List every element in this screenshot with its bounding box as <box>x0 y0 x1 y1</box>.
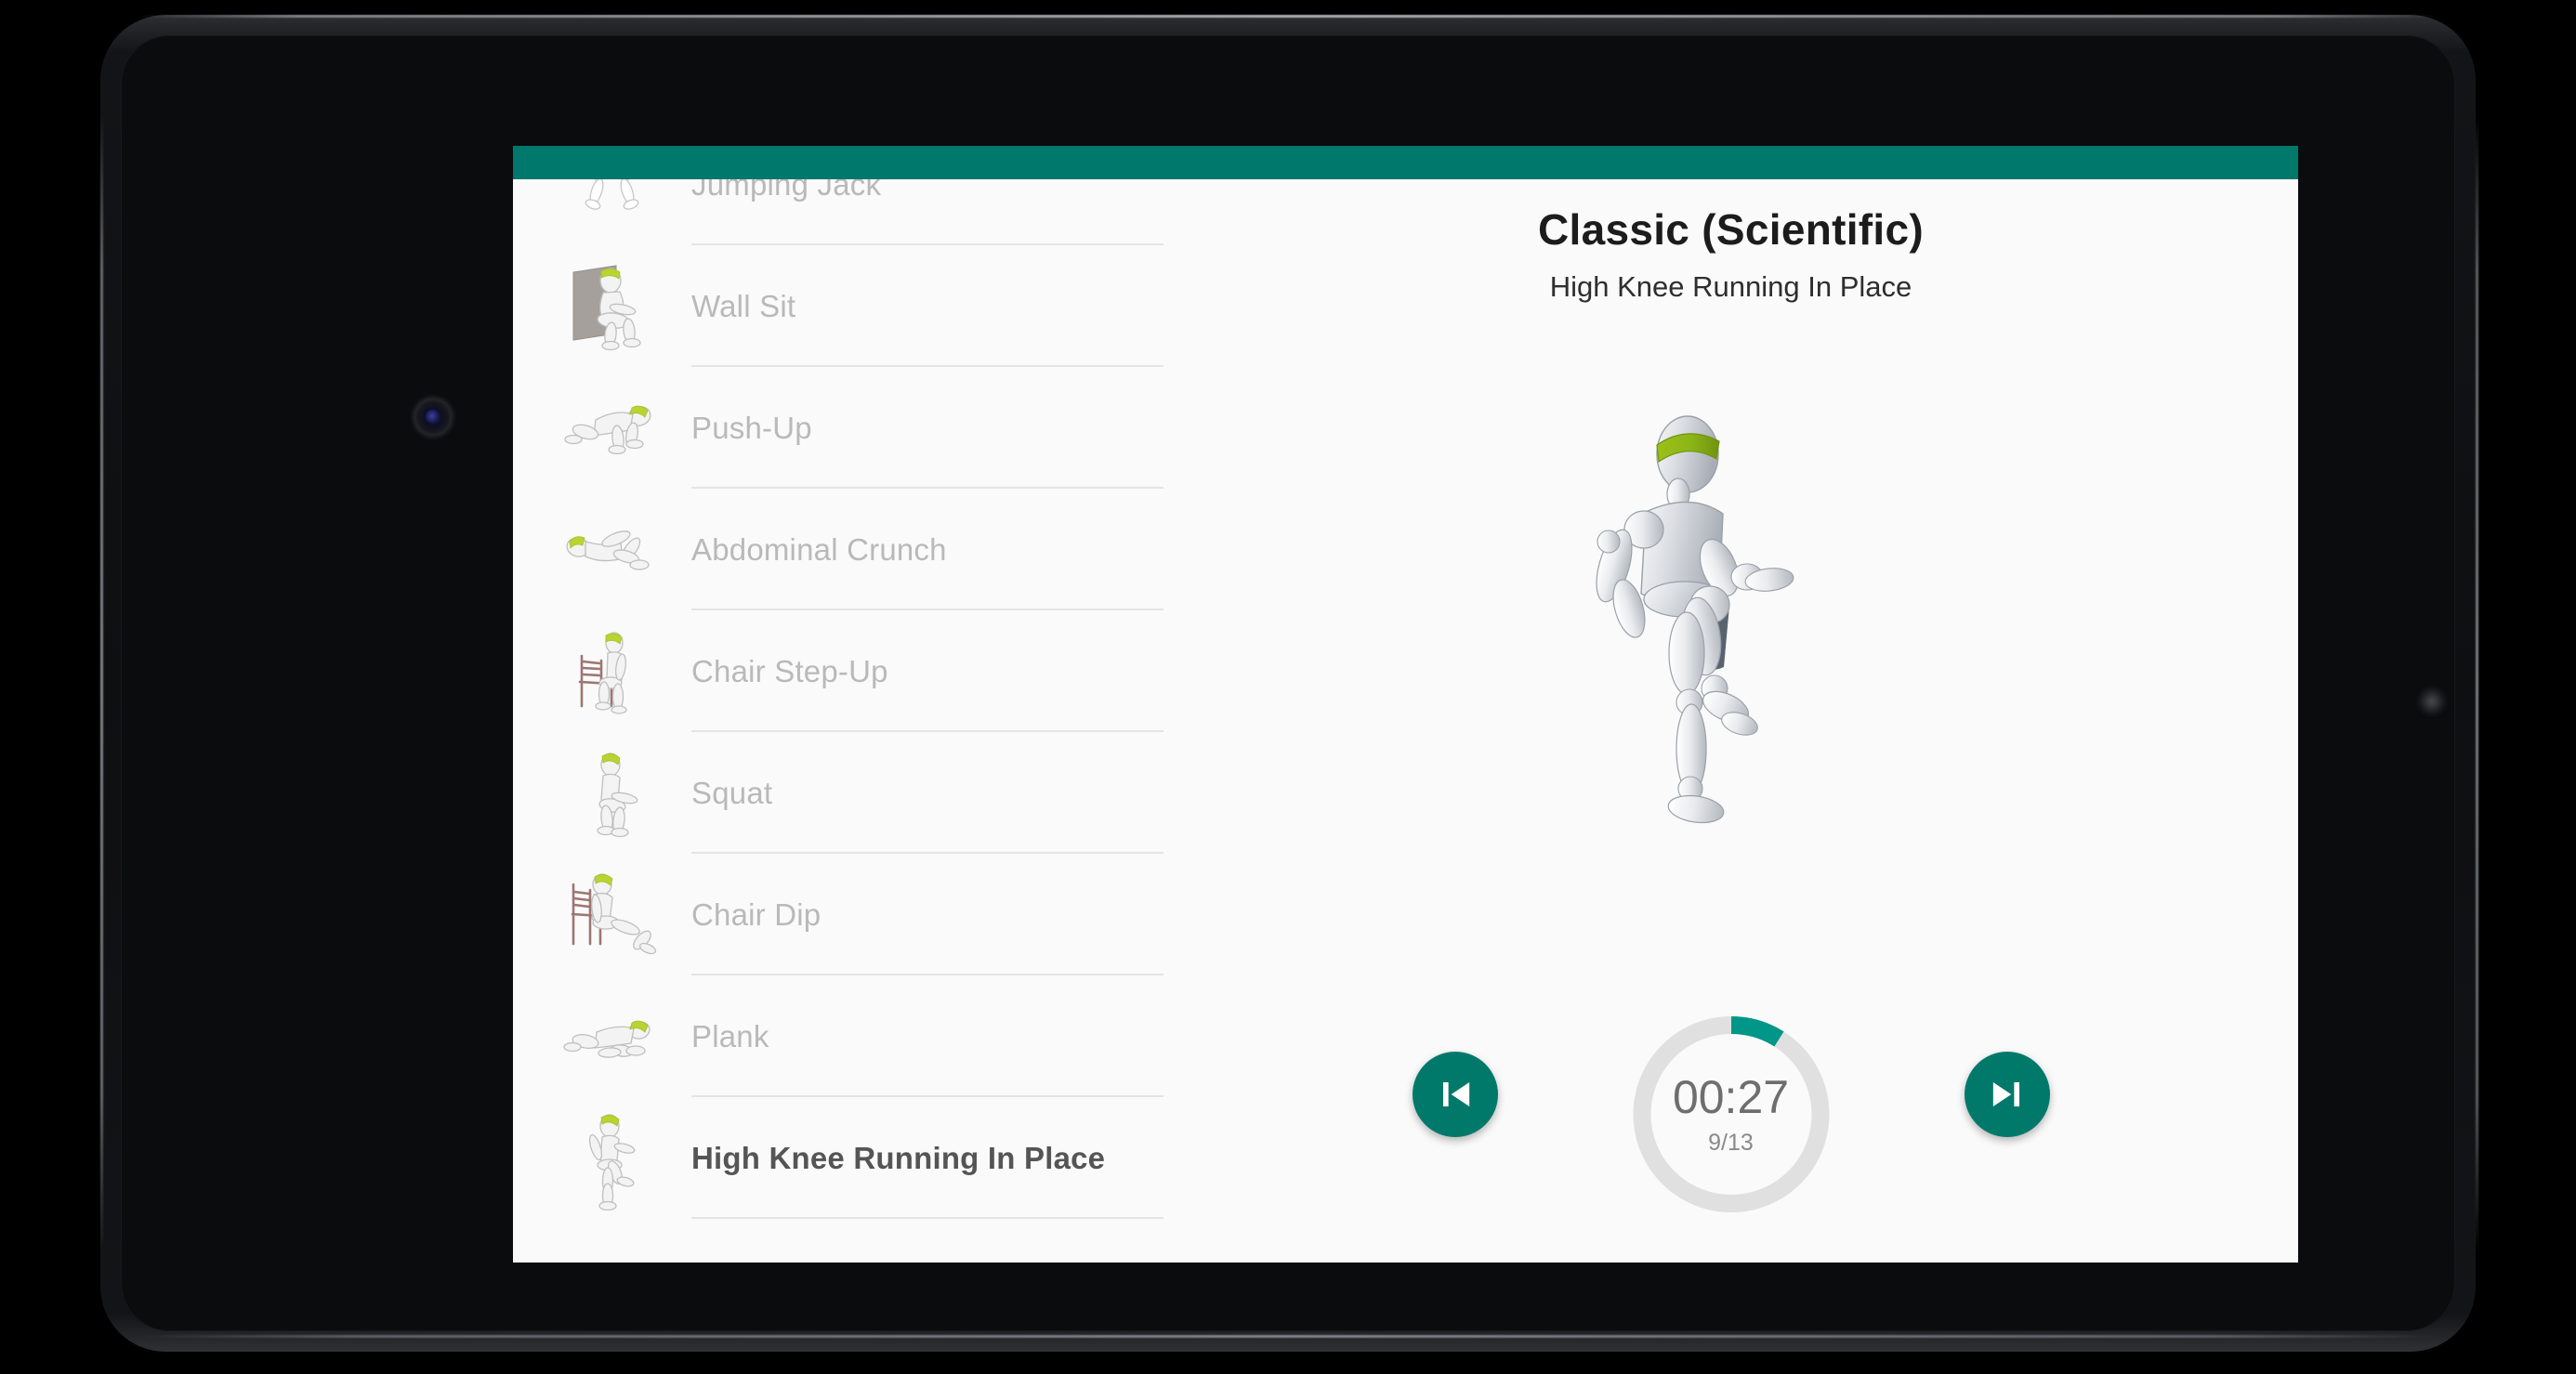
timer-remaining: 00:27 <box>1672 1071 1790 1123</box>
list-item-label: Wall Sit <box>691 288 796 323</box>
front-camera-icon <box>414 399 452 436</box>
list-item[interactable]: Chair Dip <box>513 854 1163 975</box>
player-controls: 00:27 9/13 <box>1406 1010 2057 1224</box>
list-item[interactable]: Abdominal Crunch <box>513 489 1163 610</box>
skip-previous-icon <box>1442 1082 1469 1106</box>
exercise-list: Jumping Jack Wall Sit Push-Up Abdominal … <box>513 179 1163 1219</box>
exercise-squat-icon <box>558 739 667 848</box>
list-item-label: High Knee Running In Place <box>691 1140 1106 1175</box>
ambient-light-sensor-icon <box>2418 687 2446 715</box>
list-item-label: Chair Step-Up <box>691 653 888 688</box>
timer-readout: 00:27 9/13 <box>1626 1010 1835 1219</box>
list-item-label: Jumping Jack <box>691 179 882 202</box>
exercise-high-knee-running-icon <box>558 1104 667 1213</box>
list-item[interactable]: Chair Step-Up <box>513 610 1163 732</box>
list-item-label: Plank <box>691 1018 769 1053</box>
list-item-divider <box>691 1217 1163 1219</box>
current-exercise-name: High Knee Running In Place <box>1549 270 1912 303</box>
list-item[interactable]: Wall Sit <box>513 245 1163 367</box>
list-item-label: Abdominal Crunch <box>691 531 947 567</box>
app-toolbar <box>513 146 2298 179</box>
workout-app-window: Jumping Jack Wall Sit Push-Up Abdominal … <box>513 146 2298 1263</box>
page-title: Classic (Scientific) <box>1537 205 1925 254</box>
list-item-label: Push-Up <box>691 410 812 445</box>
skip-next-button[interactable] <box>1964 1052 2050 1137</box>
timer-progress-count: 9/13 <box>1708 1130 1754 1156</box>
list-item[interactable]: Push-Up <box>513 367 1163 489</box>
tablet-bezel-highlight-left <box>100 111 103 1254</box>
timer-dial[interactable]: 00:27 9/13 <box>1626 1010 1835 1219</box>
tablet-bezel-highlight-top <box>139 15 2435 18</box>
list-item[interactable]: Plank <box>513 975 1163 1097</box>
player-pane: Classic (Scientific) High Knee Running I… <box>1163 179 2298 1263</box>
tablet-screen: Jumping Jack Wall Sit Push-Up Abdominal … <box>121 35 2455 1331</box>
exercise-jumping-jack-icon <box>558 179 667 240</box>
tablet-bezel-highlight-right <box>2476 111 2478 1254</box>
list-item[interactable]: High Knee Running In Place <box>513 1097 1163 1219</box>
exercise-push-up-icon <box>558 373 667 483</box>
list-item[interactable]: Squat <box>513 732 1163 854</box>
skip-previous-button[interactable] <box>1412 1052 1498 1137</box>
exercise-chair-dip-icon <box>558 860 667 970</box>
list-item-label: Chair Dip <box>691 896 821 932</box>
list-item[interactable]: Jumping Jack <box>513 179 1163 245</box>
exercise-wall-sit-icon <box>558 252 667 361</box>
high-knee-running-mannequin <box>1555 400 1908 837</box>
skip-next-icon <box>1992 1082 2019 1106</box>
device-stage: Jumping Jack Wall Sit Push-Up Abdominal … <box>0 0 2576 1374</box>
app-body: Jumping Jack Wall Sit Push-Up Abdominal … <box>513 179 2298 1263</box>
exercise-list-pane[interactable]: Jumping Jack Wall Sit Push-Up Abdominal … <box>513 179 1163 1263</box>
exercise-chair-step-up-icon <box>558 617 667 726</box>
tablet-bezel-highlight-bottom <box>139 1335 2435 1338</box>
exercise-abdominal-crunch-icon <box>558 495 667 605</box>
list-item-label: Squat <box>691 775 773 810</box>
exercise-plank-icon <box>558 982 667 1092</box>
front-camera-lens <box>426 410 440 424</box>
